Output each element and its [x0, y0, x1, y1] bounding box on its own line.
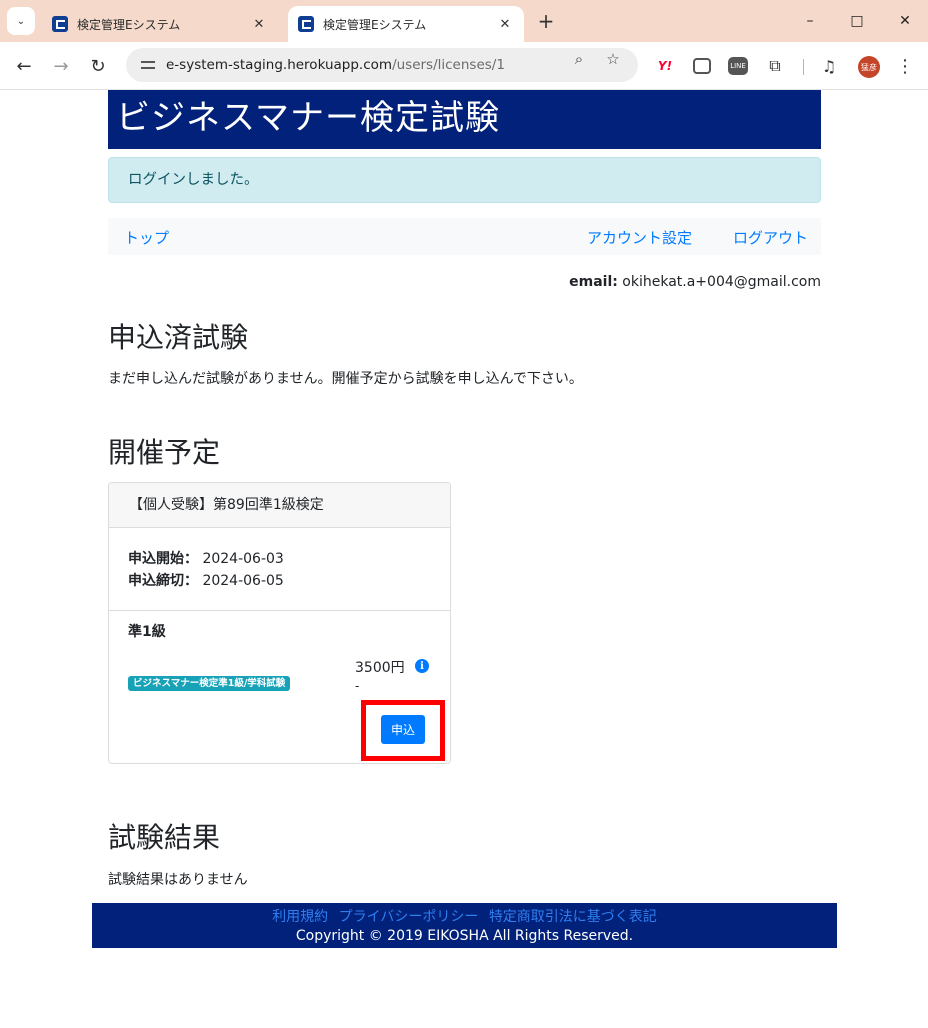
- footer-links: 利用規約 プライバシーポリシー 特定商取引法に基づく表記: [92, 903, 837, 926]
- tab-search-button[interactable]: ⌄: [7, 7, 35, 35]
- start-date: 2024-06-03: [202, 551, 284, 567]
- exam-card: 【個人受験】第89回準1級検定 申込開始： 2024-06-03 申込締切： 2…: [108, 482, 451, 764]
- exam-dates: 申込開始： 2024-06-03 申込締切： 2024-06-05: [109, 528, 450, 611]
- nav-link-top[interactable]: トップ: [124, 227, 169, 248]
- email-label: email:: [569, 274, 618, 290]
- puzzle-icon[interactable]: ⧉: [764, 55, 786, 77]
- applied-empty-message: まだ申し込んだ試験がありません。開催予定から試験を申し込んで下さい。: [108, 371, 583, 387]
- site-info-icon[interactable]: [140, 57, 156, 73]
- upcoming-heading: 開催予定: [108, 436, 221, 469]
- forward-arrow-icon[interactable]: →: [47, 52, 75, 80]
- browser-tab-2[interactable]: 検定管理Eシステム ✕: [288, 6, 524, 42]
- footer-link-commerce[interactable]: 特定商取引法に基づく表記: [489, 909, 657, 925]
- media-control-icon[interactable]: ♫: [818, 55, 840, 77]
- site-favicon-icon: [298, 16, 314, 32]
- flash-message: ログインしました。: [108, 157, 821, 203]
- exam-title: 【個人受験】第89回準1級検定: [109, 483, 450, 528]
- browser-tab-bar: ⌄ 検定管理Eシステム ✕ 検定管理Eシステム ✕ + – □ ✕: [0, 0, 928, 42]
- end-date: 2024-06-05: [202, 573, 284, 589]
- apply-button[interactable]: 申込: [381, 715, 425, 744]
- browser-toolbar: ← → ↻ e-system-staging.herokuapp.com/use…: [0, 42, 928, 90]
- address-bar[interactable]: e-system-staging.herokuapp.com/users/lic…: [126, 48, 638, 82]
- toolbar-divider: [803, 59, 804, 75]
- more-menu-icon[interactable]: ⋮: [896, 55, 914, 77]
- results-empty-message: 試験結果はありません: [108, 872, 248, 888]
- nav-link-account[interactable]: アカウント設定: [587, 227, 692, 248]
- extension-icon[interactable]: [693, 58, 711, 74]
- new-tab-button[interactable]: +: [534, 9, 558, 33]
- page-content: ビジネスマナー検定試験 ログインしました。 トップ アカウント設定 ログアウト …: [0, 90, 928, 1028]
- email-value: okihekat.a+004@gmail.com: [622, 274, 821, 290]
- tab-title: 検定管理Eシステム: [323, 17, 427, 32]
- close-icon[interactable]: ✕: [496, 15, 514, 33]
- close-icon[interactable]: ✕: [250, 15, 268, 33]
- url-host: e-system-staging.herokuapp.com: [166, 57, 393, 73]
- end-label: 申込締切：: [128, 573, 198, 589]
- exam-level: 準1級: [128, 624, 166, 640]
- results-heading: 試験結果: [108, 821, 221, 854]
- yahoo-extension-icon[interactable]: Y!: [654, 55, 676, 77]
- price-dash: -: [355, 679, 360, 693]
- copyright: Copyright © 2019 EIKOSHA All Rights Rese…: [295, 928, 634, 944]
- minimize-icon[interactable]: –: [798, 10, 822, 32]
- nav-link-logout[interactable]: ログアウト: [733, 227, 808, 248]
- zoom-icon[interactable]: ⌕: [570, 50, 588, 68]
- user-email: email: okihekat.a+004@gmail.com: [108, 274, 821, 290]
- footer-link-privacy[interactable]: プライバシーポリシー: [339, 909, 479, 925]
- reload-icon[interactable]: ↻: [84, 52, 112, 80]
- chevron-down-icon: ⌄: [16, 15, 26, 27]
- start-label: 申込開始：: [128, 551, 198, 567]
- maximize-icon[interactable]: □: [845, 10, 869, 32]
- profile-avatar[interactable]: 猛彦: [858, 56, 880, 78]
- back-arrow-icon[interactable]: ←: [10, 52, 38, 80]
- site-footer: 利用規約 プライバシーポリシー 特定商取引法に基づく表記 Copyright ©…: [92, 903, 837, 948]
- footer-link-terms[interactable]: 利用規約: [272, 909, 328, 925]
- window-close-icon[interactable]: ✕: [893, 10, 917, 32]
- exam-price: 3500円: [355, 660, 405, 676]
- exam-type-badge: ビジネスマナー検定準1級/学科試験: [128, 676, 291, 691]
- line-extension-icon[interactable]: LINE: [728, 57, 748, 75]
- applied-heading: 申込済試験: [108, 321, 249, 354]
- browser-tab-1[interactable]: 検定管理Eシステム ✕: [42, 6, 278, 42]
- bookmark-star-icon[interactable]: ☆: [604, 50, 622, 68]
- site-header: ビジネスマナー検定試験: [108, 90, 821, 149]
- site-favicon-icon: [52, 16, 68, 32]
- tab-title: 検定管理Eシステム: [77, 17, 181, 32]
- main-nav: トップ アカウント設定 ログアウト: [108, 218, 821, 255]
- url-path: /users/licenses/1: [392, 57, 505, 73]
- info-icon[interactable]: i: [415, 659, 429, 673]
